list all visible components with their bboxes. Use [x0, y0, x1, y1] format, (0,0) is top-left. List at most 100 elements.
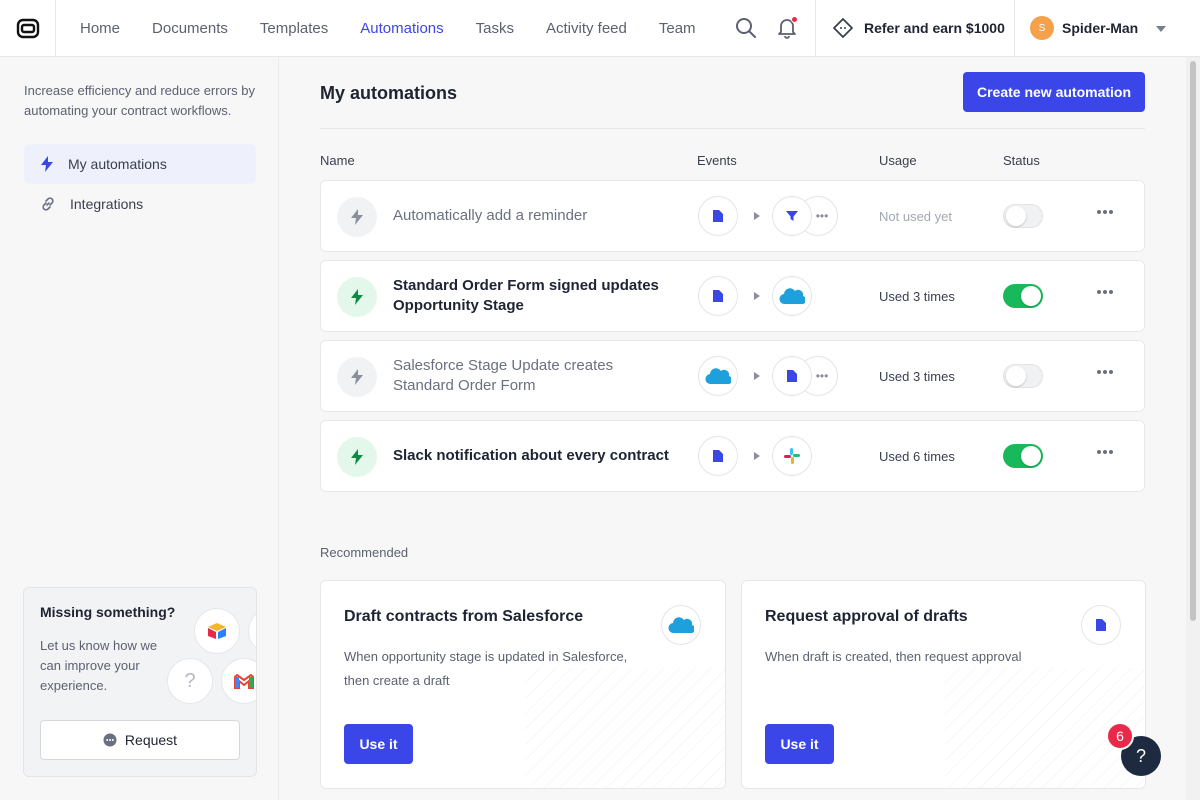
chevron-down-icon[interactable] [1156, 26, 1166, 32]
recommended-card: Draft contracts from Salesforce When opp… [320, 580, 726, 789]
sidebar: Increase efficiency and reduce errors by… [0, 57, 279, 800]
automation-row[interactable]: Standard Order Form signed updates Oppor… [320, 260, 1145, 332]
nav-automations[interactable]: Automations [360, 20, 443, 37]
document-icon [698, 436, 738, 476]
card-title: Draft contracts from Salesforce [344, 608, 584, 625]
request-label: Request [124, 732, 178, 748]
card-description: When draft is created, then request appr… [765, 649, 1022, 664]
automation-row[interactable]: Salesforce Stage Update creates Standard… [320, 340, 1145, 412]
toggle-knob [1006, 206, 1026, 226]
arrow-right-icon [754, 372, 760, 380]
bell-icon[interactable] [775, 16, 799, 40]
recommended-label: Recommended [320, 545, 409, 560]
nav-templates[interactable]: Templates [260, 20, 328, 37]
automation-name: Standard Order Form signed updates Oppor… [393, 277, 659, 314]
more-icon[interactable] [1097, 450, 1115, 454]
gmail-icon [221, 658, 256, 704]
usage-text: Used 3 times [879, 368, 955, 384]
status-toggle[interactable] [1003, 284, 1043, 308]
bolt-icon [337, 357, 377, 397]
recommended-card: Request approval of drafts When draft is… [741, 580, 1146, 789]
status-toggle[interactable] [1003, 444, 1043, 468]
feedback-panel: Missing something? Let us know how we ca… [23, 587, 257, 777]
use-it-button[interactable]: Use it [765, 724, 834, 764]
create-automation-button[interactable]: Create new automation [963, 72, 1145, 112]
avatar: S [1030, 16, 1054, 40]
automation-name: Automatically add a reminder [393, 207, 588, 224]
ticket-icon [833, 18, 853, 38]
main-content: My automations Create new automation Nam… [280, 57, 1186, 800]
more-icon[interactable] [1097, 370, 1115, 374]
bolt-icon [337, 437, 377, 477]
chat-icon [103, 733, 117, 747]
user-menu[interactable]: S Spider-Man [1030, 0, 1138, 56]
refer-label: Refer and earn $1000 [864, 20, 1005, 36]
bolt-icon [41, 156, 53, 172]
arrow-right-icon [754, 212, 760, 220]
feedback-text: Let us know how we can improve your expe… [40, 638, 158, 693]
top-bar: Home Documents Templates Automations Tas… [0, 0, 1200, 57]
nav-team[interactable]: Team [659, 20, 696, 37]
document-icon [772, 356, 812, 396]
automation-name: Salesforce Stage Update creates Standard… [393, 357, 614, 394]
salesforce-icon [698, 356, 738, 396]
sidebar-item-my-automations[interactable]: My automations [24, 144, 256, 184]
refer-button[interactable]: Refer and earn $1000 [815, 0, 1015, 56]
arrow-right-icon [754, 452, 760, 460]
toggle-knob [1006, 366, 1026, 386]
slack-icon [772, 436, 812, 476]
column-header-name: Name [320, 153, 355, 168]
sidebar-item-label: My automations [68, 156, 167, 172]
usage-text: Not used yet [879, 208, 952, 224]
scrollbar[interactable] [1186, 57, 1200, 800]
link-icon [42, 197, 54, 211]
bolt-icon [337, 277, 377, 317]
salesforce-icon [661, 605, 701, 645]
status-toggle[interactable] [1003, 204, 1043, 228]
nav-tasks[interactable]: Tasks [476, 20, 514, 37]
usage-text: Used 3 times [879, 288, 955, 304]
automation-row[interactable]: Automatically add a reminder ••• Not use… [320, 180, 1145, 252]
document-icon [698, 196, 738, 236]
status-toggle[interactable] [1003, 364, 1043, 388]
nav-documents[interactable]: Documents [152, 20, 228, 37]
user-name: Spider-Man [1062, 20, 1139, 36]
page-title: My automations [320, 83, 458, 103]
main-nav: Home Documents Templates Automations Tas… [80, 0, 728, 56]
arrow-right-icon [754, 292, 760, 300]
card-description: When opportunity stage is updated in Sal… [344, 649, 628, 688]
search-icon[interactable] [734, 16, 758, 40]
column-header-status: Status [1003, 153, 1040, 168]
document-icon [698, 276, 738, 316]
help-badge: 6 [1106, 722, 1134, 750]
automation-name: Slack notification about every contract [393, 447, 669, 464]
filter-icon [772, 196, 812, 236]
divider [320, 128, 1145, 129]
sidebar-description: Increase efficiency and reduce errors by… [24, 83, 255, 118]
logo-icon [16, 18, 39, 39]
nav-activity-feed[interactable]: Activity feed [546, 20, 627, 37]
sidebar-item-integrations[interactable]: Integrations [24, 184, 256, 224]
toggle-knob [1021, 446, 1041, 466]
bolt-icon [337, 197, 377, 237]
column-header-usage: Usage [879, 153, 917, 168]
card-title: Request approval of drafts [765, 608, 968, 625]
app-logo[interactable] [0, 0, 56, 56]
automation-row[interactable]: Slack notification about every contract … [320, 420, 1145, 492]
more-icon[interactable] [1097, 210, 1115, 214]
column-header-events: Events [697, 153, 737, 168]
airtable-icon [194, 608, 240, 654]
question-icon: ? [167, 658, 213, 704]
request-button[interactable]: Request [40, 720, 240, 760]
salesforce-icon [772, 276, 812, 316]
more-icon[interactable] [1097, 290, 1115, 294]
scroll-thumb[interactable] [1190, 61, 1196, 621]
toggle-knob [1021, 286, 1041, 306]
document-icon [1081, 605, 1121, 645]
feedback-title: Missing something? [40, 604, 176, 620]
usage-text: Used 6 times [879, 448, 955, 464]
use-it-button[interactable]: Use it [344, 724, 413, 764]
notification-dot [791, 16, 798, 23]
nav-home[interactable]: Home [80, 20, 120, 37]
sidebar-item-label: Integrations [70, 196, 144, 212]
